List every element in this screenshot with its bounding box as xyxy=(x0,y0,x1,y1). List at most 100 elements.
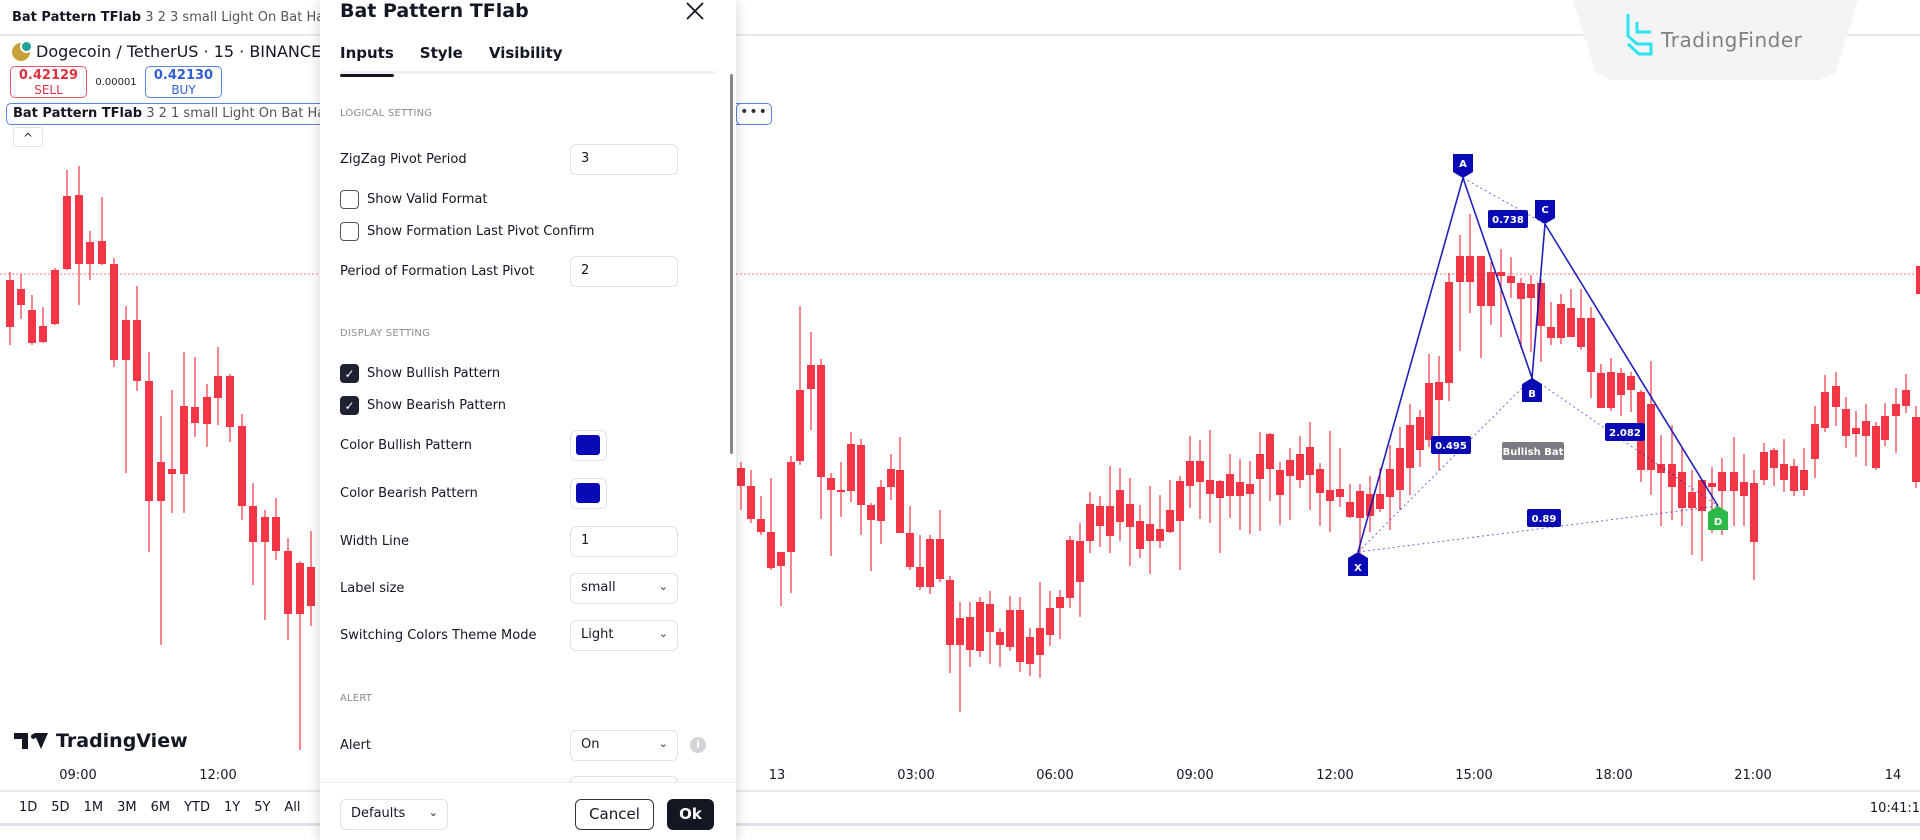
clock[interactable]: 10:41:1 xyxy=(1870,801,1920,816)
top-indicator-name: Bat Pattern TFlab xyxy=(12,10,142,25)
price-chart[interactable]: A C B X D 0.738 0.495 2.082 0.89 Bullish Bat xyxy=(0,36,1920,766)
pattern-point-b: B xyxy=(1522,378,1542,402)
candle-bear xyxy=(1678,472,1686,508)
candle-bear xyxy=(1176,481,1184,521)
label-size-select[interactable]: small ⌄ xyxy=(570,573,678,604)
sell-button[interactable]: 0.42129 SELL xyxy=(10,66,87,98)
candle-bear xyxy=(1730,472,1738,491)
point-label: B xyxy=(1528,389,1536,400)
tab-inputs[interactable]: Inputs xyxy=(340,44,394,77)
tab-style[interactable]: Style xyxy=(420,44,463,74)
candle-bear xyxy=(98,241,106,264)
color-bearish-label: Color Bearish Pattern xyxy=(340,486,478,501)
candle-bear xyxy=(51,270,59,324)
candle-bear xyxy=(1790,466,1798,491)
candle-bear xyxy=(877,487,885,521)
time-tick: 06:00 xyxy=(1036,768,1074,783)
timeframe-5y[interactable]: 5Y xyxy=(247,800,277,815)
candle-bear xyxy=(39,326,47,342)
pattern-point-d: D xyxy=(1708,506,1728,530)
color-bearish-swatch[interactable] xyxy=(570,478,607,509)
legend-more-button[interactable]: ••• xyxy=(736,103,772,125)
chevron-down-icon: ⌄ xyxy=(658,580,668,593)
candle-bear xyxy=(1006,610,1014,647)
label-text: 0.495 xyxy=(1435,441,1467,452)
color-fill xyxy=(576,435,600,455)
timeframe-6m[interactable]: 6M xyxy=(144,800,178,815)
candle-bear xyxy=(1852,428,1860,434)
candle-bear xyxy=(896,470,904,533)
color-bullish-swatch[interactable] xyxy=(570,430,607,461)
sell-label: SELL xyxy=(34,83,63,97)
show-formation-checkbox[interactable]: Show Formation Last Pivot Confirm xyxy=(340,222,594,241)
buy-button[interactable]: 0.42130 BUY xyxy=(145,66,222,98)
timeframe-ytd[interactable]: YTD xyxy=(177,800,217,815)
candle-bear xyxy=(747,486,755,519)
time-axis[interactable]: 09:00 12:00 13 03:00 06:00 09:00 12:00 1… xyxy=(0,764,1920,788)
alert-value: On xyxy=(581,737,600,752)
candle-bear xyxy=(1156,529,1164,541)
candle-bear xyxy=(1256,454,1264,479)
candle-bear xyxy=(203,397,211,424)
show-bullish-checkbox[interactable]: ✓ Show Bullish Pattern xyxy=(340,364,500,383)
tradingview-logo[interactable]: TradingView xyxy=(14,730,188,752)
theme-mode-value: Light xyxy=(581,627,614,642)
timeframe-5d[interactable]: 5D xyxy=(44,800,76,815)
alert-select[interactable]: On ⌄ xyxy=(570,730,678,761)
candle-bear xyxy=(1106,506,1114,536)
candle-bear xyxy=(916,567,924,587)
candle-bear xyxy=(1842,409,1850,436)
candle-bear xyxy=(1346,502,1354,517)
candle-bear xyxy=(867,505,875,520)
tradingview-logo-icon xyxy=(14,733,48,749)
candle-bear xyxy=(996,632,1004,645)
timeframe-3m[interactable]: 3M xyxy=(110,800,144,815)
candle-bear xyxy=(1587,318,1595,372)
pattern-point-x: X xyxy=(1348,552,1368,576)
timeframe-1y[interactable]: 1Y xyxy=(217,800,247,815)
timeframe-all[interactable]: All xyxy=(277,800,307,815)
candle-bear xyxy=(737,468,745,486)
timeframe-1m[interactable]: 1M xyxy=(77,800,111,815)
chevron-down-icon: ⌄ xyxy=(658,627,668,640)
period-formation-input[interactable]: 2 xyxy=(570,256,678,287)
candle-bear xyxy=(777,552,785,566)
theme-mode-select[interactable]: Light ⌄ xyxy=(570,620,678,651)
dialog-scrollbar[interactable] xyxy=(730,74,733,454)
dialog-tabs: Inputs Style Visibility xyxy=(340,44,715,77)
buy-label: BUY xyxy=(171,83,196,97)
ok-button[interactable]: Ok xyxy=(667,799,714,830)
candle-bear xyxy=(145,381,153,501)
checkbox-icon xyxy=(340,190,359,209)
trade-buttons: 0.42129 SELL 0.00001 0.42130 BUY xyxy=(10,66,222,98)
indicator-settings-dialog: Bat Pattern TFlab Inputs Style Visibilit… xyxy=(320,0,736,840)
close-icon[interactable] xyxy=(684,0,706,22)
candle-bear xyxy=(1146,524,1154,541)
info-icon[interactable]: i xyxy=(690,737,706,753)
candle-bear xyxy=(827,478,835,490)
legend-collapse-button[interactable]: ^ xyxy=(13,127,43,147)
candle-bear xyxy=(6,280,14,327)
show-valid-format-checkbox[interactable]: Show Valid Format xyxy=(340,190,487,209)
defaults-dropdown[interactable]: Defaults ⌄ xyxy=(340,799,448,830)
legend-indicator-args: 3 2 1 small Light On Bat Harm xyxy=(142,106,344,121)
top-indicator-title[interactable]: Bat Pattern TFlab 3 2 3 small Light On B… xyxy=(12,10,342,25)
candle-bear xyxy=(1527,284,1535,298)
cancel-button[interactable]: Cancel xyxy=(575,799,654,830)
show-bearish-checkbox[interactable]: ✓ Show Bearish Pattern xyxy=(340,396,506,415)
candle-bear xyxy=(180,406,188,474)
tradingview-window: Bat Pattern TFlab 3 2 3 small Light On B… xyxy=(0,0,1920,840)
point-label: C xyxy=(1541,205,1548,216)
tab-visibility[interactable]: Visibility xyxy=(489,44,563,74)
symbol-header[interactable]: Dogecoin / TetherUS · 15 · BINANCE xyxy=(12,39,321,61)
tradingview-logo-text: TradingView xyxy=(56,730,188,752)
show-bullish-label: Show Bullish Pattern xyxy=(367,366,501,381)
candle-bear xyxy=(787,462,795,552)
width-line-input[interactable]: 1 xyxy=(570,526,678,557)
candle-bear xyxy=(1376,494,1384,509)
timeframe-1d[interactable]: 1D xyxy=(12,800,44,815)
candle-bear xyxy=(1266,434,1274,469)
candle-bear xyxy=(1445,282,1453,383)
zigzag-pivot-input[interactable]: 3 xyxy=(570,144,678,175)
candle-bear xyxy=(238,426,246,506)
